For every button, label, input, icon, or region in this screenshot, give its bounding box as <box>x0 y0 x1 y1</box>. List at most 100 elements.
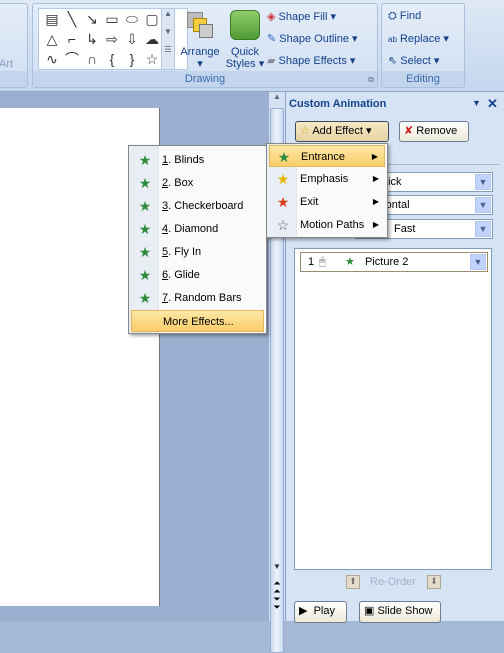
replace-button[interactable]: ab Replace ▾ <box>388 32 449 45</box>
entrance-effect-item[interactable]: ★ 2. Box <box>131 172 264 194</box>
item-label: . Box <box>168 177 194 189</box>
prev-next-slide-icon[interactable]: ⏶ ⏶ ⏷ ⏷ <box>269 579 285 612</box>
submenu-arrow-icon: ▶ <box>372 220 379 229</box>
slide-show-icon: ▣ <box>364 605 375 617</box>
reorder-label: Re-Order <box>370 576 416 588</box>
chevron-down-icon[interactable]: ▼ <box>470 254 486 270</box>
shape-item[interactable]: ↳ <box>82 29 102 49</box>
item-label: Motion Paths <box>300 219 365 231</box>
close-icon[interactable]: ✕ <box>487 96 498 112</box>
shape-item[interactable]: ▢ <box>142 9 162 29</box>
dialog-launcher-icon[interactable]: ⧉ <box>368 75 374 85</box>
shape-item[interactable]: △ <box>42 29 62 49</box>
scroll-up-icon[interactable]: ▲ <box>269 92 285 106</box>
shape-item[interactable]: ☁ <box>142 29 162 49</box>
entrance-effect-item[interactable]: ★ 5. Fly In <box>131 241 264 263</box>
editing-group: ⛭ Find ab Replace ▾ ⇖ Select ▾ Editing <box>381 3 465 88</box>
shape-item[interactable]: } <box>122 49 142 69</box>
entrance-effect-icon: ★ <box>138 221 152 237</box>
shape-item[interactable]: ☆ <box>142 49 162 69</box>
animation-list[interactable]: 1 🖱 ★ Picture 2 ▼ <box>294 248 492 570</box>
entrance-effect-item[interactable]: ★ 6. Glide <box>131 264 264 286</box>
shape-item[interactable]: ∩ <box>82 49 102 69</box>
entrance-effect-icon: ★ <box>138 198 152 214</box>
item-label: . Diamond <box>168 223 219 235</box>
animation-list-item[interactable]: 1 🖱 ★ Picture 2 ▼ <box>300 252 488 272</box>
entrance-effect-icon: ★ <box>138 244 152 260</box>
item-label: . Random Bars <box>168 292 242 304</box>
move-down-button[interactable]: ⬇ <box>427 575 441 589</box>
shape-item[interactable]: ▤ <box>42 9 62 29</box>
shape-effects-button[interactable]: ▰ Shape Effects ▾ <box>267 54 355 67</box>
entrance-effect-icon: ★ <box>138 290 152 306</box>
item-name: Picture 2 <box>365 256 409 268</box>
shape-item[interactable]: ⬭ <box>122 9 142 29</box>
entrance-effect-item[interactable]: ★ 3. Checkerboard <box>131 195 264 217</box>
quick-styles-button[interactable]: Quick Styles ▾ <box>223 8 267 70</box>
motion-path-star-icon: ☆ <box>276 217 290 233</box>
shape-item[interactable]: ▭ <box>102 9 122 29</box>
shape-effects-icon: ▰ <box>267 55 276 67</box>
more-effects-menu-item[interactable]: More Effects... <box>131 310 264 332</box>
pane-title: Custom Animation <box>289 98 387 110</box>
paint-bucket-icon: ◈ <box>267 11 276 23</box>
shape-item[interactable]: ⇩ <box>122 29 142 49</box>
submenu-arrow-icon: ▶ <box>371 152 378 161</box>
scroll-down-icon[interactable]: ▼ <box>269 562 285 571</box>
shape-item[interactable]: ⌒ <box>62 49 82 69</box>
pane-menu-icon[interactable]: ▼ <box>472 98 481 108</box>
add-effect-star-icon: ☆ <box>300 125 310 137</box>
effect-type-motion-paths[interactable]: ☆ Motion Paths ▶ <box>269 214 385 236</box>
speed-value: Fast <box>394 223 416 235</box>
remove-button[interactable]: ✘ Remove <box>399 121 469 142</box>
arrange-label: Arrange <box>180 46 220 58</box>
chevron-down-icon[interactable]: ▼ <box>475 221 491 237</box>
item-label: . Checkerboard <box>168 200 244 212</box>
effect-type-exit[interactable]: ★ Exit ▶ <box>269 191 385 213</box>
quick-styles-label: Quick Styles <box>225 46 260 70</box>
item-label: Emphasis <box>300 173 349 185</box>
shape-item[interactable]: ⌐ <box>62 29 82 49</box>
item-order: 1 <box>308 256 315 268</box>
move-up-button[interactable]: ⬆ <box>346 575 360 589</box>
wordart-label[interactable]: Art <box>0 58 13 70</box>
submenu-arrow-icon: ▶ <box>372 174 379 183</box>
shape-fill-button[interactable]: ◈ Shape Fill ▾ <box>267 10 336 23</box>
arrange-icon <box>185 10 215 40</box>
add-effect-button[interactable]: ☆ Add Effect ▾ <box>295 121 389 142</box>
shape-outline-button[interactable]: ✎ Shape Outline ▾ <box>267 32 358 45</box>
play-icon: ▶ <box>299 605 308 617</box>
chevron-down-icon[interactable]: ▼ <box>475 197 491 213</box>
effect-type-emphasis[interactable]: ★ Emphasis ▶ <box>269 168 385 190</box>
exit-star-icon: ★ <box>276 194 290 210</box>
emphasis-star-icon: ★ <box>276 171 290 187</box>
mouse-click-icon: 🖱 <box>319 256 326 268</box>
item-label: Entrance <box>301 151 346 163</box>
ribbon: Art ▤ ╲ ↘ ▭ ⬭ ▢ △ ⌐ ↳ ⇨ ⇩ ☁ ∿ ⌒ ∩{} ☆ ▲ ▼ ☰ Arrange ▾ Quic… <box>0 0 504 92</box>
replace-icon: ab <box>388 35 397 44</box>
entrance-effect-item[interactable]: ★ 7. Random Bars <box>131 287 264 309</box>
wordart-group: Art <box>0 3 28 88</box>
shape-item[interactable]: ↘ <box>82 9 102 29</box>
gallery-scroll[interactable]: ▲ ▼ ☰ <box>161 8 175 70</box>
item-label: . Fly In <box>168 246 202 258</box>
arrange-button[interactable]: Arrange ▾ <box>178 8 222 70</box>
shape-item[interactable]: ⇨ <box>102 29 122 49</box>
effect-type-entrance[interactable]: ★ Entrance ▶ <box>269 145 385 167</box>
chevron-down-icon[interactable]: ▼ <box>475 174 491 190</box>
entrance-effect-item[interactable]: ★ 4. Diamond <box>131 218 264 240</box>
entrance-effect-icon: ★ <box>138 175 152 191</box>
play-button[interactable]: ▶ Play <box>294 601 347 623</box>
select-button[interactable]: ⇖ Select ▾ <box>388 54 439 67</box>
find-button[interactable]: ⛭ Find <box>388 10 421 23</box>
entrance-effect-item[interactable]: ★ 1. Blinds <box>131 149 264 171</box>
slide-show-button[interactable]: ▣ Slide Show <box>359 601 441 623</box>
shape-item[interactable]: { <box>102 49 122 69</box>
item-label: Exit <box>300 196 319 208</box>
shape-item[interactable]: ∿ <box>42 49 62 69</box>
drawing-group: ▤ ╲ ↘ ▭ ⬭ ▢ △ ⌐ ↳ ⇨ ⇩ ☁ ∿ ⌒ ∩{} ☆ ▲ ▼ ☰ Arrange ▾ Quick St… <box>32 3 378 88</box>
shape-item[interactable]: ╲ <box>62 9 82 29</box>
drawing-group-label: Drawing <box>33 71 377 87</box>
item-label: . Blinds <box>168 154 205 166</box>
entrance-submenu: ★ 1. Blinds ★ 2. Box ★ 3. Checkerboard ★ 4. Dia… <box>128 145 267 334</box>
